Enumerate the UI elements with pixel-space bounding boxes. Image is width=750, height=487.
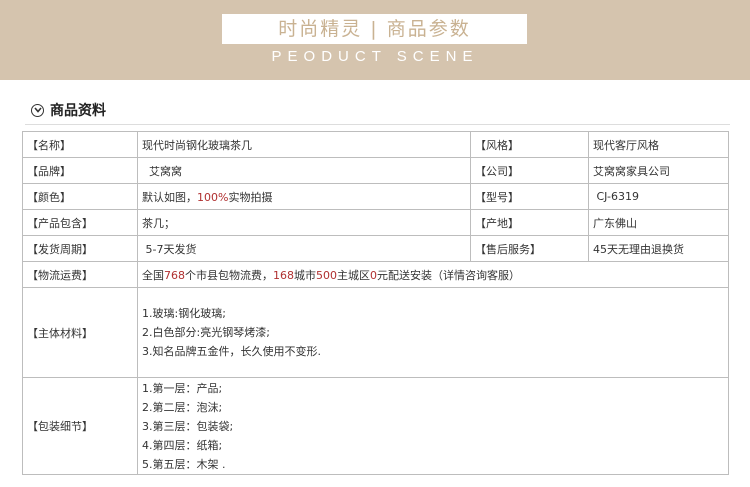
row-label: 【品牌】 (22, 157, 138, 184)
logistics-value: 全国768个市县包物流费，168城市500主城区0元配送安装（详情咨询客服） (137, 261, 729, 288)
table-row: 【颜色】 默认如图，100%实物拍摄 【型号】 CJ-6319 (22, 183, 729, 210)
table-row: 【名称】 现代时尚钢化玻璃茶几 【风格】 现代客厅风格 (22, 131, 729, 158)
list-item: 2.白色部分:亮光钢琴烤漆; (142, 326, 270, 339)
row-label: 【物流运费】 (22, 261, 138, 288)
list-item: 5.第五层：木架 . (142, 457, 226, 471)
logistics-text: 全国 (142, 268, 164, 282)
list-item: 2.第二层：泡沫; (142, 400, 223, 414)
logistics-number: 0 (370, 268, 377, 282)
row-label: 【产品包含】 (22, 209, 138, 236)
logistics-text: 个市县包物流费， (185, 268, 273, 282)
row-label: 【发货周期】 (22, 235, 138, 262)
row-value: 艾窝窝家具公司 (588, 157, 729, 184)
table-row: 【发货周期】 5-7天发货 【售后服务】 45天无理由退换货 (22, 235, 729, 262)
row-label: 【颜色】 (22, 183, 138, 210)
row-value: 5-7天发货 (137, 235, 471, 262)
table-row: 【物流运费】 全国768个市县包物流费，168城市500主城区0元配送安装（详情… (22, 261, 729, 288)
chevron-down-icon (31, 103, 44, 117)
list-item: 3.第三层：包装袋; (142, 419, 234, 433)
row-value: 茶几； (137, 209, 471, 236)
table-row: 【主体材料】 1.玻璃:钢化玻璃; 2.白色部分:亮光钢琴烤漆; 3.知名品牌五… (22, 287, 729, 378)
list-item: 1.玻璃:钢化玻璃; (142, 307, 226, 320)
section-title: 商品资料 (50, 103, 106, 119)
row-label: 【产地】 (470, 209, 589, 236)
logistics-number: 768 (164, 268, 185, 282)
row-value: 广东佛山 (588, 209, 729, 236)
header-banner: 时尚精灵 | 商品参数 PEODUCT SCENE (0, 0, 750, 80)
table-row: 【品牌】 艾窝窝 【公司】 艾窝窝家具公司 (22, 157, 729, 184)
row-label: 【主体材料】 (22, 287, 138, 378)
row-label: 【风格】 (470, 131, 589, 158)
banner-title: 时尚精灵 | 商品参数 (278, 18, 471, 40)
row-value: 艾窝窝 (137, 157, 471, 184)
row-label: 【包装细节】 (22, 377, 138, 475)
logistics-text: 主城区 (337, 268, 370, 282)
row-label: 【公司】 (470, 157, 589, 184)
material-value: 1.玻璃:钢化玻璃; 2.白色部分:亮光钢琴烤漆; 3.知名品牌五金件，长久使用… (137, 287, 729, 378)
brand-value: 艾窝窝 (149, 164, 182, 178)
logistics-number: 168 (273, 268, 294, 282)
banner-title-box: 时尚精灵 | 商品参数 (222, 14, 527, 44)
list-item: 4.第四层：纸箱; (142, 438, 223, 452)
row-value: CJ-6319 (588, 183, 729, 210)
row-label: 【名称】 (22, 131, 138, 158)
shipping-value: 5-7天发货 (145, 242, 197, 256)
logistics-number: 500 (316, 268, 337, 282)
row-value: 45天无理由退换货 (588, 235, 729, 262)
row-value: 默认如图，100%实物拍摄 (137, 183, 471, 210)
color-percent: 100% (197, 190, 229, 204)
row-label: 【型号】 (470, 183, 589, 210)
table-row: 【产品包含】 茶几； 【产地】 广东佛山 (22, 209, 729, 236)
color-text: 默认如图， (142, 190, 197, 204)
logistics-text: 城市 (294, 268, 316, 282)
list-item: 3.知名品牌五金件，长久使用不变形. (142, 345, 321, 358)
list-item: 1.第一层：产品; (142, 381, 223, 395)
table-row: 【包装细节】 1.第一层：产品; 2.第二层：泡沫; 3.第三层：包装袋; 4.… (22, 377, 729, 475)
packaging-value: 1.第一层：产品; 2.第二层：泡沫; 3.第三层：包装袋; 4.第四层：纸箱;… (137, 377, 729, 475)
color-text-end: 实物拍摄 (228, 190, 273, 204)
section-divider (25, 124, 730, 125)
row-value: 现代时尚钢化玻璃茶几 (137, 131, 471, 158)
row-value: 现代客厅风格 (588, 131, 729, 158)
section-header: 商品资料 (31, 101, 106, 119)
row-label: 【售后服务】 (470, 235, 589, 262)
product-info-table: 【名称】 现代时尚钢化玻璃茶几 【风格】 现代客厅风格 【品牌】 艾窝窝 【公司… (22, 131, 729, 475)
banner-subtitle: PEODUCT SCENE (271, 48, 479, 65)
model-value: CJ-6319 (596, 190, 640, 203)
logistics-text: 元配送安装（详情咨询客服） (377, 268, 520, 282)
